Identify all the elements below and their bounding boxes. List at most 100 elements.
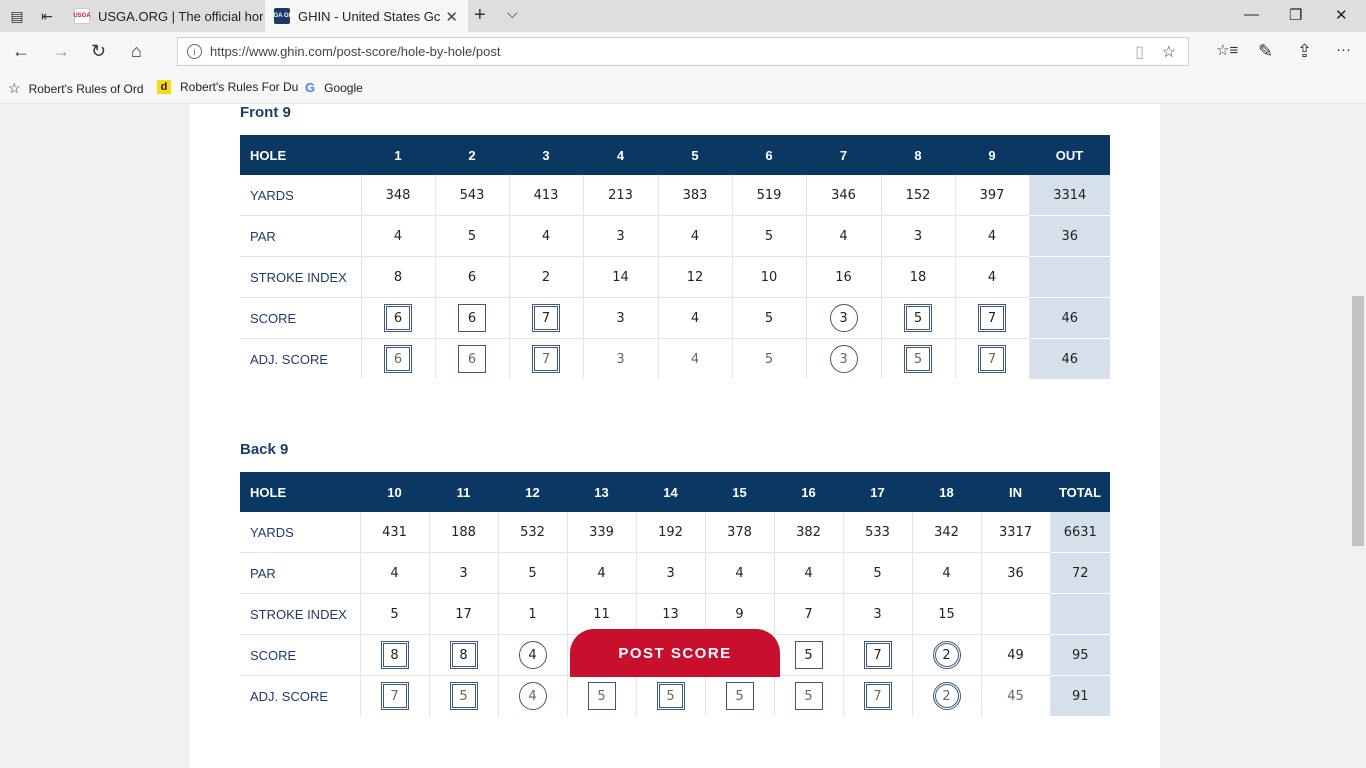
close-tab-icon[interactable]: ✕	[445, 8, 458, 26]
header-row: HOLE 10 11 12 13 14 15 16 17 18 IN TOTAL	[240, 472, 1110, 512]
score-cell: 15	[912, 593, 982, 635]
share-icon[interactable]: ⇪	[1297, 41, 1312, 62]
score-cell: 6	[361, 338, 436, 379]
score-cell: 5	[435, 215, 510, 257]
row-label: ADJ. SCORE	[240, 338, 362, 379]
url-text[interactable]: https://www.ghin.com/post-score/hole-by-…	[210, 44, 500, 59]
score-cell: 519	[732, 175, 807, 216]
header-row: HOLE 1 2 3 4 5 6 7 8 9 OUT	[240, 135, 1110, 175]
score-cell: 4	[705, 552, 775, 594]
double-bogey-box: 7	[863, 682, 892, 710]
score-cell: 4	[955, 256, 1030, 298]
bogey-box: 6	[458, 345, 486, 373]
address-bar[interactable]: i https://www.ghin.com/post-score/hole-b…	[177, 37, 1189, 66]
score-cell: 5	[774, 675, 844, 716]
site-info-icon[interactable]: i	[187, 44, 202, 59]
score-cell: 6	[435, 297, 510, 339]
back9-scorecard: HOLE 10 11 12 13 14 15 16 17 18 IN TOTAL YARDS 431 188…	[240, 472, 1110, 716]
score-cell: 2	[912, 634, 982, 676]
bogey-box: 5	[794, 682, 823, 710]
tab-actions-icon[interactable]: ▤	[8, 7, 26, 25]
double-bogey-box: 6	[384, 304, 412, 332]
home-icon[interactable]: ⌂	[131, 41, 142, 62]
column-header: 13	[567, 472, 636, 512]
column-header: 10	[360, 472, 429, 512]
more-icon[interactable]: ···	[1336, 41, 1351, 58]
score-cell: 3	[583, 215, 659, 257]
forward-icon[interactable]: →	[52, 41, 70, 62]
score-cell: 188	[429, 512, 499, 553]
score-cell: 532	[498, 512, 568, 553]
double-bogey-box: 5	[656, 682, 685, 710]
score-cell: 3317	[981, 512, 1051, 553]
total-cell: 95	[1050, 634, 1110, 676]
tab-ghin[interactable]: USGA GHIN GHIN - United States Gc ✕	[265, 0, 468, 32]
favorite-google[interactable]: G Google	[305, 80, 363, 95]
page-scrollbar[interactable]	[1350, 104, 1366, 768]
row-label: STROKE INDEX	[240, 593, 361, 635]
score-cell: 2	[912, 675, 982, 716]
score-cell: 5	[636, 675, 706, 716]
row-label: ADJ. SCORE	[240, 675, 361, 716]
score-cell: 3	[806, 338, 882, 379]
double-bogey-box: 7	[978, 345, 1006, 373]
score-cell: 7	[360, 675, 430, 716]
back-icon[interactable]: ←	[12, 41, 30, 62]
score-cell: 49	[981, 634, 1051, 676]
total-cell: 3314	[1029, 175, 1110, 216]
refresh-icon[interactable]: ↻	[91, 41, 106, 62]
table-row: YARDS 348 543 413 213 383 519 346 152 397 3314	[240, 175, 1110, 216]
table-row: PAR 4 3 5 4 3 4 4 5 4 36 72	[240, 552, 1110, 594]
hub-icon[interactable]: ☆≡	[1216, 41, 1238, 59]
score-cell: 5	[567, 675, 637, 716]
column-header: 16	[774, 472, 843, 512]
total-cell: 6631	[1050, 512, 1110, 553]
row-label: STROKE INDEX	[240, 256, 362, 298]
column-header: OUT	[1029, 135, 1110, 175]
score-cell: 533	[843, 512, 913, 553]
score-cell: 7	[843, 634, 913, 676]
bogey-box: 6	[458, 304, 486, 332]
column-header: 2	[435, 135, 509, 175]
score-cell: 7	[955, 338, 1030, 379]
score-cell: 5	[498, 552, 568, 594]
double-bogey-box: 5	[904, 304, 932, 332]
double-bogey-box: 6	[384, 345, 412, 373]
score-cell: 397	[955, 175, 1030, 216]
bogey-box: 5	[725, 682, 754, 710]
column-header: TOTAL	[1050, 472, 1110, 512]
score-cell: 8	[361, 256, 436, 298]
score-cell: 3	[429, 552, 499, 594]
column-header: 1	[361, 135, 435, 175]
score-cell: 4	[955, 215, 1030, 257]
score-cell: 5	[774, 634, 844, 676]
minimize-icon[interactable]: —	[1244, 6, 1259, 23]
score-cell: 382	[774, 512, 844, 553]
score-cell: 8	[360, 634, 430, 676]
score-cell: 5	[732, 215, 807, 257]
set-aside-tabs-icon[interactable]: ⇤	[38, 7, 56, 25]
score-cell: 7	[843, 675, 913, 716]
scrollbar-thumb[interactable]	[1352, 296, 1364, 546]
score-cell: 543	[435, 175, 510, 216]
chevron-down-icon[interactable]: ⌵	[507, 5, 518, 22]
restore-icon[interactable]: ❐	[1289, 6, 1302, 24]
favorite-star-icon[interactable]: ☆	[1162, 42, 1176, 62]
score-cell: 5	[843, 552, 913, 594]
back9-title: Back 9	[240, 441, 289, 458]
score-cell: 152	[881, 175, 956, 216]
favorite-roberts-rules-du[interactable]: d Robert's Rules For Du	[157, 80, 298, 94]
new-tab-icon[interactable]: +	[474, 4, 486, 27]
score-cell: 45	[981, 675, 1051, 716]
tab-usga[interactable]: USGA USGA.ORG | The official hor	[65, 0, 263, 32]
column-header: IN	[981, 472, 1050, 512]
score-cell: 4	[509, 215, 584, 257]
reading-view-icon[interactable]: ▯	[1135, 42, 1144, 62]
window-close-icon[interactable]: ✕	[1335, 6, 1348, 24]
favorite-roberts-rules[interactable]: ☆ Robert's Rules of Ord	[8, 80, 144, 97]
post-score-button[interactable]: POST SCORE	[570, 629, 780, 677]
favorite-label: Robert's Rules of Ord	[28, 81, 144, 96]
notes-icon[interactable]: ✎	[1258, 41, 1273, 62]
score-cell: 5	[429, 675, 499, 716]
score-cell: 5	[881, 297, 956, 339]
